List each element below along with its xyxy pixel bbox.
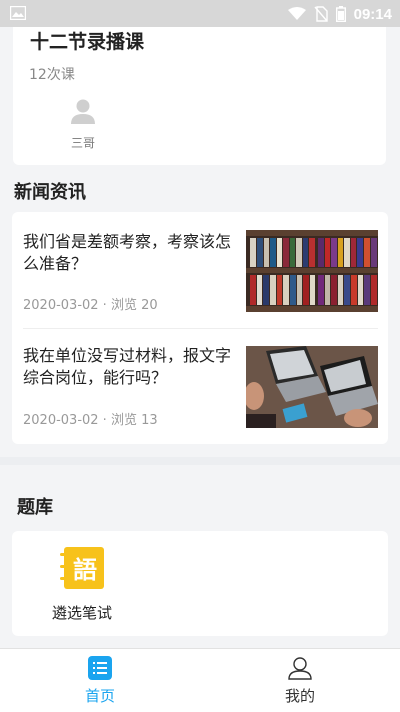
news-section-title: 新闻资讯 bbox=[14, 182, 86, 203]
status-bar: 09:14 bbox=[0, 0, 400, 27]
tab-mine-label: 我的 bbox=[284, 687, 315, 705]
news-item[interactable]: 我在单位没写过材料，报文字综合岗位，能行吗？ 2020-03-02 · 浏览 1… bbox=[12, 328, 388, 444]
course-count: 12次课 bbox=[29, 67, 75, 83]
person-icon bbox=[288, 657, 312, 680]
svg-text:語: 語 bbox=[73, 556, 97, 584]
question-bank-item-label[interactable]: 遴选笔试 bbox=[38, 602, 126, 623]
section-separator bbox=[0, 457, 400, 465]
tab-bar: 首页 我的 bbox=[0, 648, 400, 712]
status-time: 09:14 bbox=[353, 5, 392, 23]
course-title: 十二节录播课 bbox=[30, 31, 145, 53]
home-list-icon bbox=[88, 656, 112, 680]
no-sim-icon bbox=[314, 6, 328, 22]
desk-laptop-image bbox=[246, 346, 378, 428]
bookshelf-image bbox=[246, 230, 378, 312]
question-bank-title: 题库 bbox=[17, 497, 53, 518]
news-meta: 2020-03-02 · 浏览 13 bbox=[23, 413, 158, 428]
news-title: 我们省是差额考察，考察该怎么准备？ bbox=[23, 232, 232, 273]
image-notification-icon bbox=[10, 6, 26, 20]
yu-book-icon[interactable]: 語 bbox=[60, 545, 106, 591]
tab-home-label: 首页 bbox=[84, 687, 115, 705]
news-item[interactable]: 我们省是差额考察，考察该怎么准备？ 2020-03-02 · 浏览 20 bbox=[12, 212, 388, 328]
question-bank-card: 語 遴选笔试 bbox=[12, 531, 388, 636]
teacher-name: 三哥 bbox=[70, 136, 95, 150]
news-title: 我在单位没写过材料，报文字综合岗位，能行吗？ bbox=[23, 346, 232, 387]
news-meta: 2020-03-02 · 浏览 20 bbox=[23, 298, 158, 313]
wifi-icon bbox=[287, 7, 306, 20]
tab-mine[interactable]: 我的 bbox=[200, 649, 400, 712]
tab-home[interactable]: 首页 bbox=[0, 649, 200, 712]
teacher-avatar-icon bbox=[71, 99, 95, 124]
course-card[interactable]: 十二节录播课 12次课 三哥 bbox=[13, 27, 386, 165]
news-card: 我们省是差额考察，考察该怎么准备？ 2020-03-02 · 浏览 20 我在单… bbox=[12, 212, 388, 444]
battery-icon bbox=[335, 6, 346, 22]
